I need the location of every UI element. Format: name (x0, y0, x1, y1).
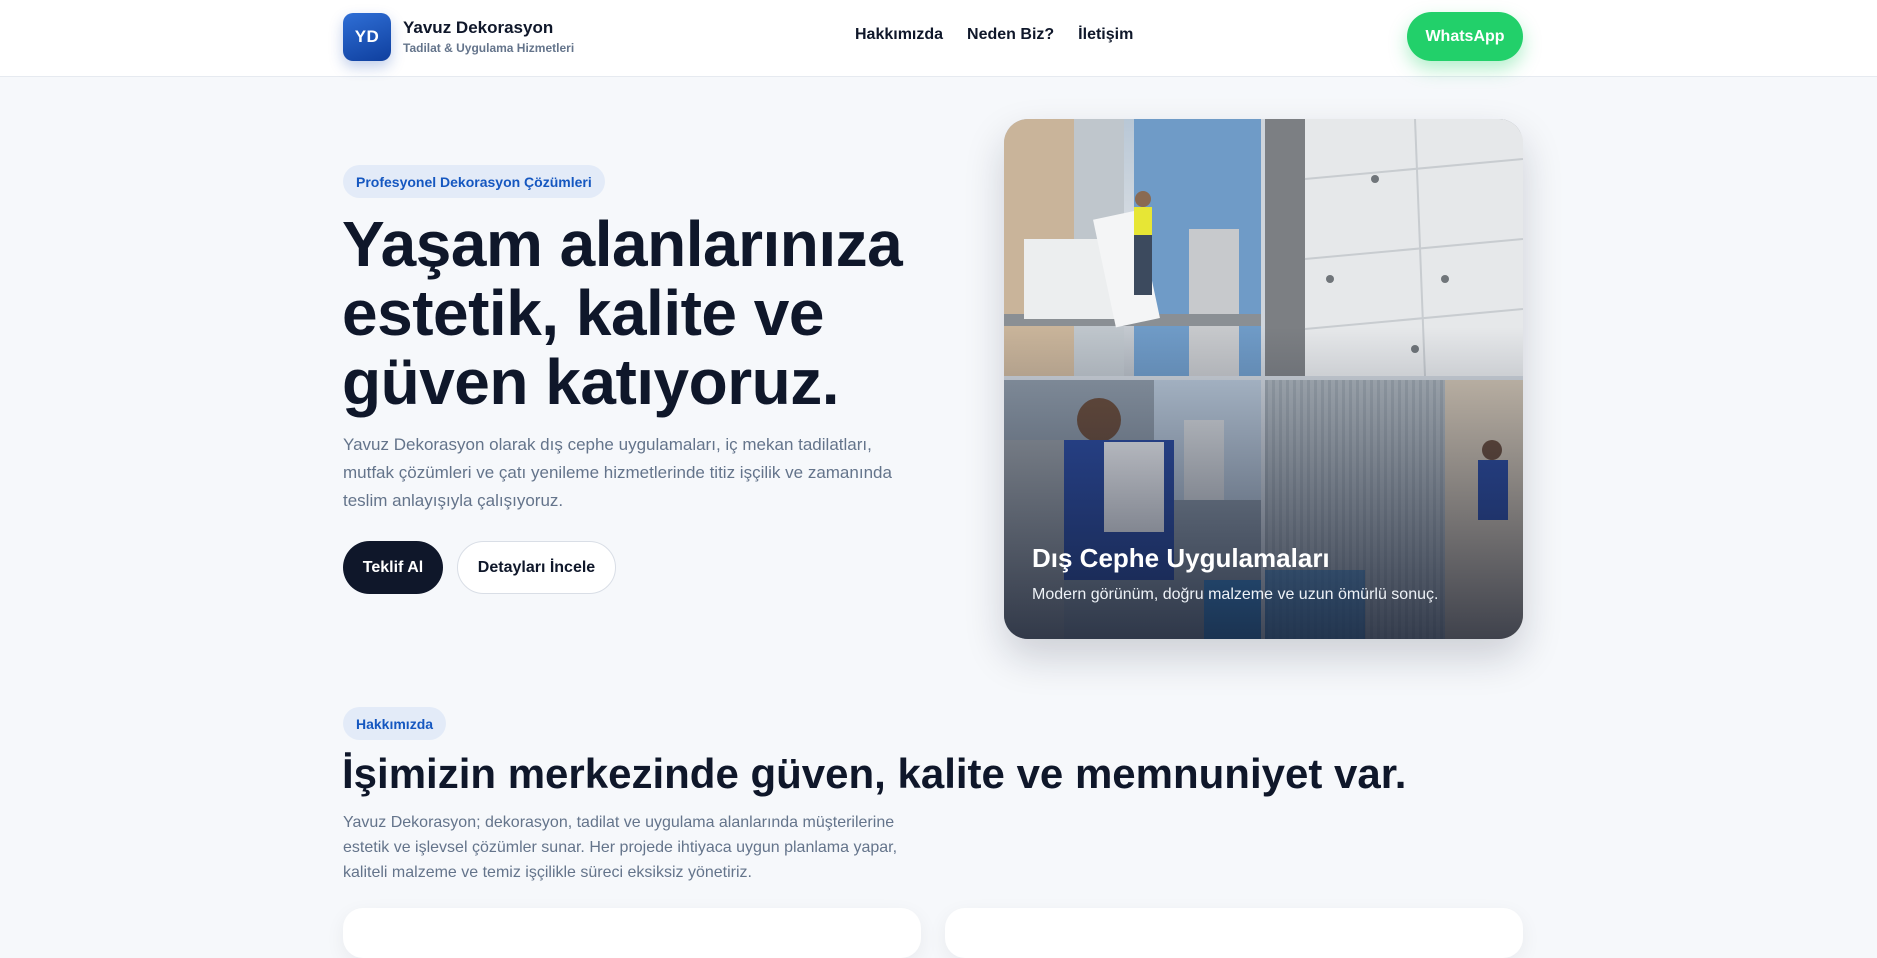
nav-link-iletisim[interactable]: İletişim (1078, 26, 1133, 44)
hero-title: Yaşam alanlarınıza estetik, kalite ve gü… (342, 208, 903, 418)
about-card-right (945, 908, 1523, 958)
hero-card-subtitle: Modern görünüm, doğru malzeme ve uzun öm… (1032, 586, 1439, 603)
site-header: YD Yavuz Dekorasyon Tadilat & Uygulama H… (0, 0, 1877, 77)
hero-card-title: Dış Cephe Uygulamaları (1032, 543, 1330, 573)
hero-image-card: Dış Cephe Uygulamaları Modern görünüm, d… (1004, 119, 1523, 639)
brand-tagline: Tadilat & Uygulama Hizmetleri (403, 41, 575, 55)
whatsapp-button[interactable]: WhatsApp (1407, 12, 1523, 61)
nav-link-neden-biz[interactable]: Neden Biz? (967, 26, 1054, 44)
nav-link-hakkimizda[interactable]: Hakkımızda (855, 26, 943, 44)
get-quote-button[interactable]: Teklif Al (343, 541, 443, 594)
hero-badge: Profesyonel Dekorasyon Çözümleri (343, 165, 605, 198)
about-description: Yavuz Dekorasyon; dekorasyon, tadilat ve… (343, 814, 898, 881)
about-card-left (343, 908, 921, 958)
view-details-button[interactable]: Detayları İncele (457, 541, 616, 594)
about-badge: Hakkımızda (343, 707, 447, 740)
logo-badge[interactable]: YD (343, 13, 391, 61)
main-nav: Hakkımızda Neden Biz? İletişim (855, 26, 1133, 44)
brand-name[interactable]: Yavuz Dekorasyon (403, 18, 553, 38)
hero-description: Yavuz Dekorasyon olarak dış cephe uygula… (343, 435, 892, 510)
about-title: İşimizin merkezinde güven, kalite ve mem… (342, 750, 1407, 797)
